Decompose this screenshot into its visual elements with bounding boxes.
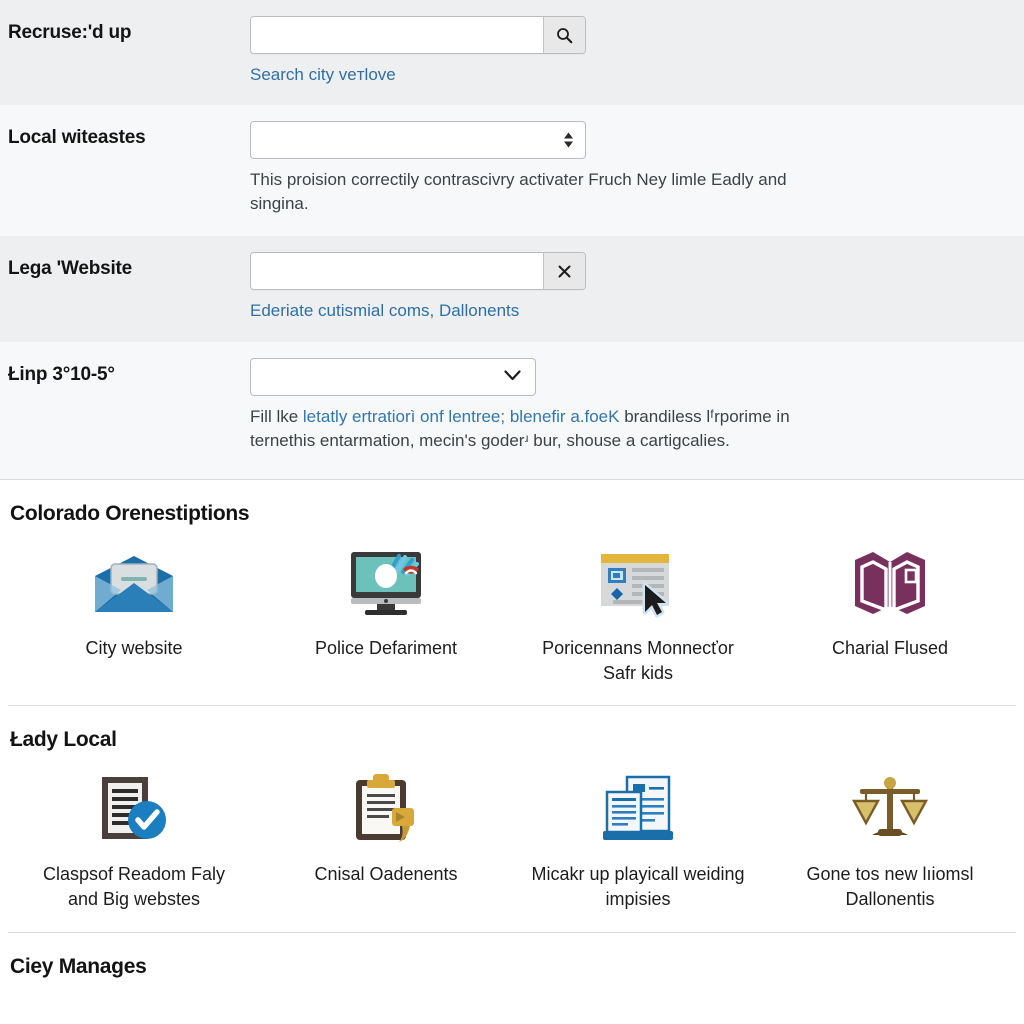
form-row-label: Recruse:'d up (8, 22, 132, 43)
documents-stack-icon (590, 770, 686, 848)
scales-icon (842, 770, 938, 848)
form-row-field: This proision correctily contrascivry ac… (250, 105, 1024, 216)
search-icon (557, 27, 573, 43)
website-input[interactable] (251, 253, 543, 290)
webpage-cursor-icon (590, 544, 686, 622)
icon-label: Poricennans Monnecťor Safr kids (542, 637, 734, 683)
icon-cell-gone-tos[interactable]: Gone tos new lıiomsl Dallonentis (764, 770, 1016, 912)
search-helper-link[interactable]: Search city veᴛlove (250, 63, 828, 87)
form-row-linp: Łinp 3°10-5° Fill lke letatly ertratiorì… (0, 341, 1024, 479)
form-row-search: Recruse:'d up Search city veᴛlove (0, 0, 1024, 106)
website-helper-link[interactable]: Ederiate cutismial coms, Dallonents (250, 299, 828, 323)
form-row-label: Lega 'Website (8, 258, 133, 280)
icon-label: Police Defariment (314, 637, 458, 658)
section-colorado: Colorado Orenestiptions City website Pol… (0, 479, 1024, 707)
search-input[interactable] (251, 17, 543, 53)
local-select[interactable] (250, 121, 586, 160)
icon-cell-micakr[interactable]: Micakr up playicall weiding impisies (512, 770, 764, 912)
icon-cell-monnector[interactable]: Poricennans Monnecťor Safr kids (512, 544, 764, 686)
icon-cell-charial[interactable]: Charial Flused (764, 544, 1016, 686)
icon-cell-police[interactable]: Police Defariment (260, 544, 512, 686)
section-title: Ciey Manages (10, 955, 147, 979)
icon-cell-clasps[interactable]: Claspsof Readom Faly and Big webstes (8, 770, 260, 912)
form-row-website: Lega 'Website Ederiate cutismial coms, D… (0, 236, 1024, 342)
clipboard-icon (338, 770, 434, 848)
stepper-arrows-icon (564, 132, 573, 148)
icon-grid: Claspsof Readom Faly and Big webstes Cni… (8, 756, 1016, 912)
linp-select[interactable] (250, 357, 536, 396)
form-row-label: Local witeastes (8, 127, 146, 149)
icon-grid: City website Police Defariment Poricenna… (8, 530, 1016, 686)
form-row-field: Ederiate cutismial coms, Dallonents (250, 236, 1024, 323)
icon-label: Cnisal Oadenents (314, 864, 458, 885)
section-title: Colorado Orenestiptions (10, 501, 250, 525)
search-input-wrap[interactable] (250, 16, 586, 54)
settings-form: Recruse:'d up Search city veᴛlove Local … (0, 0, 1024, 479)
chevron-down-icon (504, 368, 521, 386)
linp-helper-link[interactable]: letatly ertratiorì onf lentree; blenefir… (303, 407, 620, 426)
form-row-label: Łinp 3°10-5° (8, 363, 115, 385)
section-ciey-manages: Ciey Manages (0, 933, 1024, 980)
form-row-field: Fill lke letatly ertratiorì onf lentree;… (250, 342, 1024, 453)
envelope-open-icon (86, 544, 182, 622)
website-input-wrap[interactable] (250, 252, 586, 291)
icon-label: Gone tos new lıiomsl Dallonentis (806, 864, 974, 910)
clear-button[interactable] (543, 253, 585, 290)
form-row-local: Local witeastes This proision correctily… (0, 105, 1024, 237)
document-check-icon (86, 770, 182, 848)
icon-label: Charial Flused (831, 637, 949, 658)
form-row-field: Search city veᴛlove (250, 0, 1024, 87)
section-lady-local: Łady Local Claspsof Readom Faly and Big … (0, 706, 1024, 934)
local-helper-text: This proision correctily contrascivry ac… (250, 170, 787, 214)
icon-cell-city-website[interactable]: City website (8, 544, 260, 686)
icon-label: Claspsof Readom Faly and Big webstes (42, 864, 226, 910)
icon-label: City website (85, 637, 183, 658)
linp-helper-prefix: Fill lke (250, 406, 303, 426)
search-button[interactable] (543, 17, 585, 53)
close-icon (558, 265, 571, 278)
icon-label: Micakr up playicall weiding impisies (531, 864, 745, 910)
open-book-icon (842, 544, 938, 622)
section-title: Łady Local (10, 728, 117, 752)
icon-cell-cnisal[interactable]: Cnisal Oadenents (260, 770, 512, 912)
monitor-icon (338, 544, 434, 622)
linp-helper-text: Fill lke letatly ertratiorì onf lentree;… (250, 405, 820, 453)
